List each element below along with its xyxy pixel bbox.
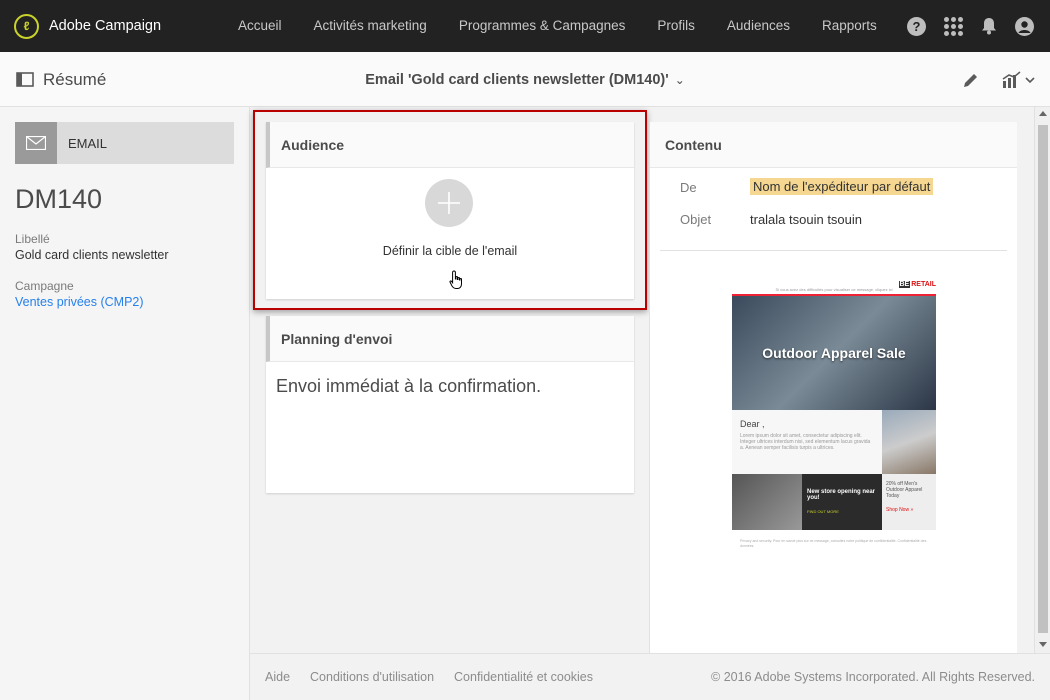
edit-pencil-icon[interactable] (962, 71, 980, 89)
nav-link-activites-marketing[interactable]: Activités marketing (298, 0, 443, 52)
preview-couple-photo (882, 410, 936, 474)
summary-panel: EMAIL DM140 Libellé Gold card clients ne… (0, 107, 250, 700)
planning-card-title: Planning d'envoi (266, 316, 634, 362)
document-title[interactable]: Email 'Gold card clients newsletter (DM1… (0, 52, 1050, 107)
label-title: Libellé (15, 232, 50, 246)
channel-badge: EMAIL (15, 122, 234, 164)
preview-promo-title: New store opening near you! (807, 489, 876, 501)
preview-greeting: Dear , (740, 419, 765, 429)
document-title-text: Email 'Gold card clients newsletter (DM1… (365, 71, 669, 88)
scrollbar-thumb[interactable] (1038, 125, 1048, 633)
footer-link-aide[interactable]: Aide (265, 670, 290, 684)
bell-icon[interactable] (981, 17, 997, 35)
content-title: Contenu (650, 122, 1017, 168)
sub-header: Résumé Email 'Gold card clients newslett… (0, 52, 1050, 107)
content-divider (660, 250, 1007, 251)
preview-store-photo (732, 474, 802, 530)
nav-link-rapports[interactable]: Rapports (806, 0, 893, 52)
top-navigation: ℓ Adobe Campaign Accueil Activités marke… (0, 0, 1050, 52)
campaign-title: Campagne (15, 279, 74, 293)
app-name: Adobe Campaign (49, 18, 162, 34)
preview-hero-banner: Outdoor Apparel Sale (732, 294, 936, 410)
nav-link-accueil[interactable]: Accueil (222, 0, 298, 52)
nav-links: Accueil Activités marketing Programmes &… (222, 0, 893, 52)
preview-footer: Privacy and security. Pour en savoir plu… (740, 539, 927, 548)
preview-offer-block: 20% off Men's Outdoor Apparel Today Shop… (882, 474, 936, 530)
from-label: De (680, 180, 697, 195)
nav-link-audiences[interactable]: Audiences (711, 0, 806, 52)
vertical-scrollbar[interactable] (1034, 107, 1050, 653)
nav-actions: ? (907, 0, 1034, 52)
preview-hero-title: Outdoor Apparel Sale (762, 345, 906, 361)
app-logo[interactable]: ℓ Adobe Campaign (14, 13, 214, 39)
preview-greeting-block: Dear , Lorem ipsum dolor sit amet, conse… (732, 410, 882, 474)
scroll-up-arrow-icon[interactable] (1039, 111, 1047, 116)
report-chart-icon[interactable] (1002, 70, 1036, 89)
footer-link-confidentialite[interactable]: Confidentialité et cookies (454, 670, 593, 684)
envelope-icon (15, 122, 57, 164)
apps-grid-icon[interactable] (944, 16, 963, 36)
label-value: Gold card clients newsletter (15, 248, 169, 262)
scroll-down-arrow-icon[interactable] (1039, 642, 1047, 647)
copyright: © 2016 Adobe Systems Incorporated. All R… (711, 670, 1035, 684)
preview-promo-block: New store opening near you! FIND OUT MOR… (802, 474, 882, 530)
subject-value: tralala tsouin tsouin (750, 212, 863, 227)
footer-link-conditions[interactable]: Conditions d'utilisation (310, 670, 434, 684)
preview-brand-logo: BE RETAIL (898, 281, 936, 288)
planning-card: Planning d'envoi Envoi immédiat à la con… (266, 316, 634, 493)
subheader-actions (962, 52, 1036, 107)
nav-link-programmes-campagnes[interactable]: Programmes & Campagnes (443, 0, 642, 52)
planning-text: Envoi immédiat à la confirmation. (276, 376, 542, 396)
avatar-icon[interactable] (1015, 16, 1034, 36)
delivery-code: DM140 (15, 184, 103, 214)
subject-label: Objet (680, 212, 712, 227)
nav-link-profils[interactable]: Profils (641, 0, 711, 52)
content-panel: Contenu De Nom de l'expéditeur par défau… (649, 122, 1017, 653)
chevron-down-icon: ⌄ (674, 72, 685, 87)
from-value: Nom de l'expéditeur par défaut (750, 178, 934, 195)
email-preview-thumbnail[interactable]: Si vous avez des difficultés pour visual… (730, 277, 938, 597)
preview-lorem: Lorem ipsum dolor sit amet, consectetur … (740, 433, 871, 451)
preview-offer-text: 20% off Men's Outdoor Apparel Today (886, 481, 923, 499)
adobe-campaign-logo-icon: ℓ (14, 13, 39, 39)
channel-badge-label: EMAIL (68, 135, 108, 151)
preview-promo-link: FIND OUT MORE (807, 509, 839, 514)
help-icon[interactable]: ? (907, 16, 926, 36)
campaign-link[interactable]: Ventes privées (CMP2) (15, 295, 144, 309)
audience-highlight-frame (253, 110, 647, 310)
preview-offer-link: Shop Now » (886, 507, 914, 513)
page-footer: Aide Conditions d'utilisation Confidenti… (250, 653, 1050, 700)
